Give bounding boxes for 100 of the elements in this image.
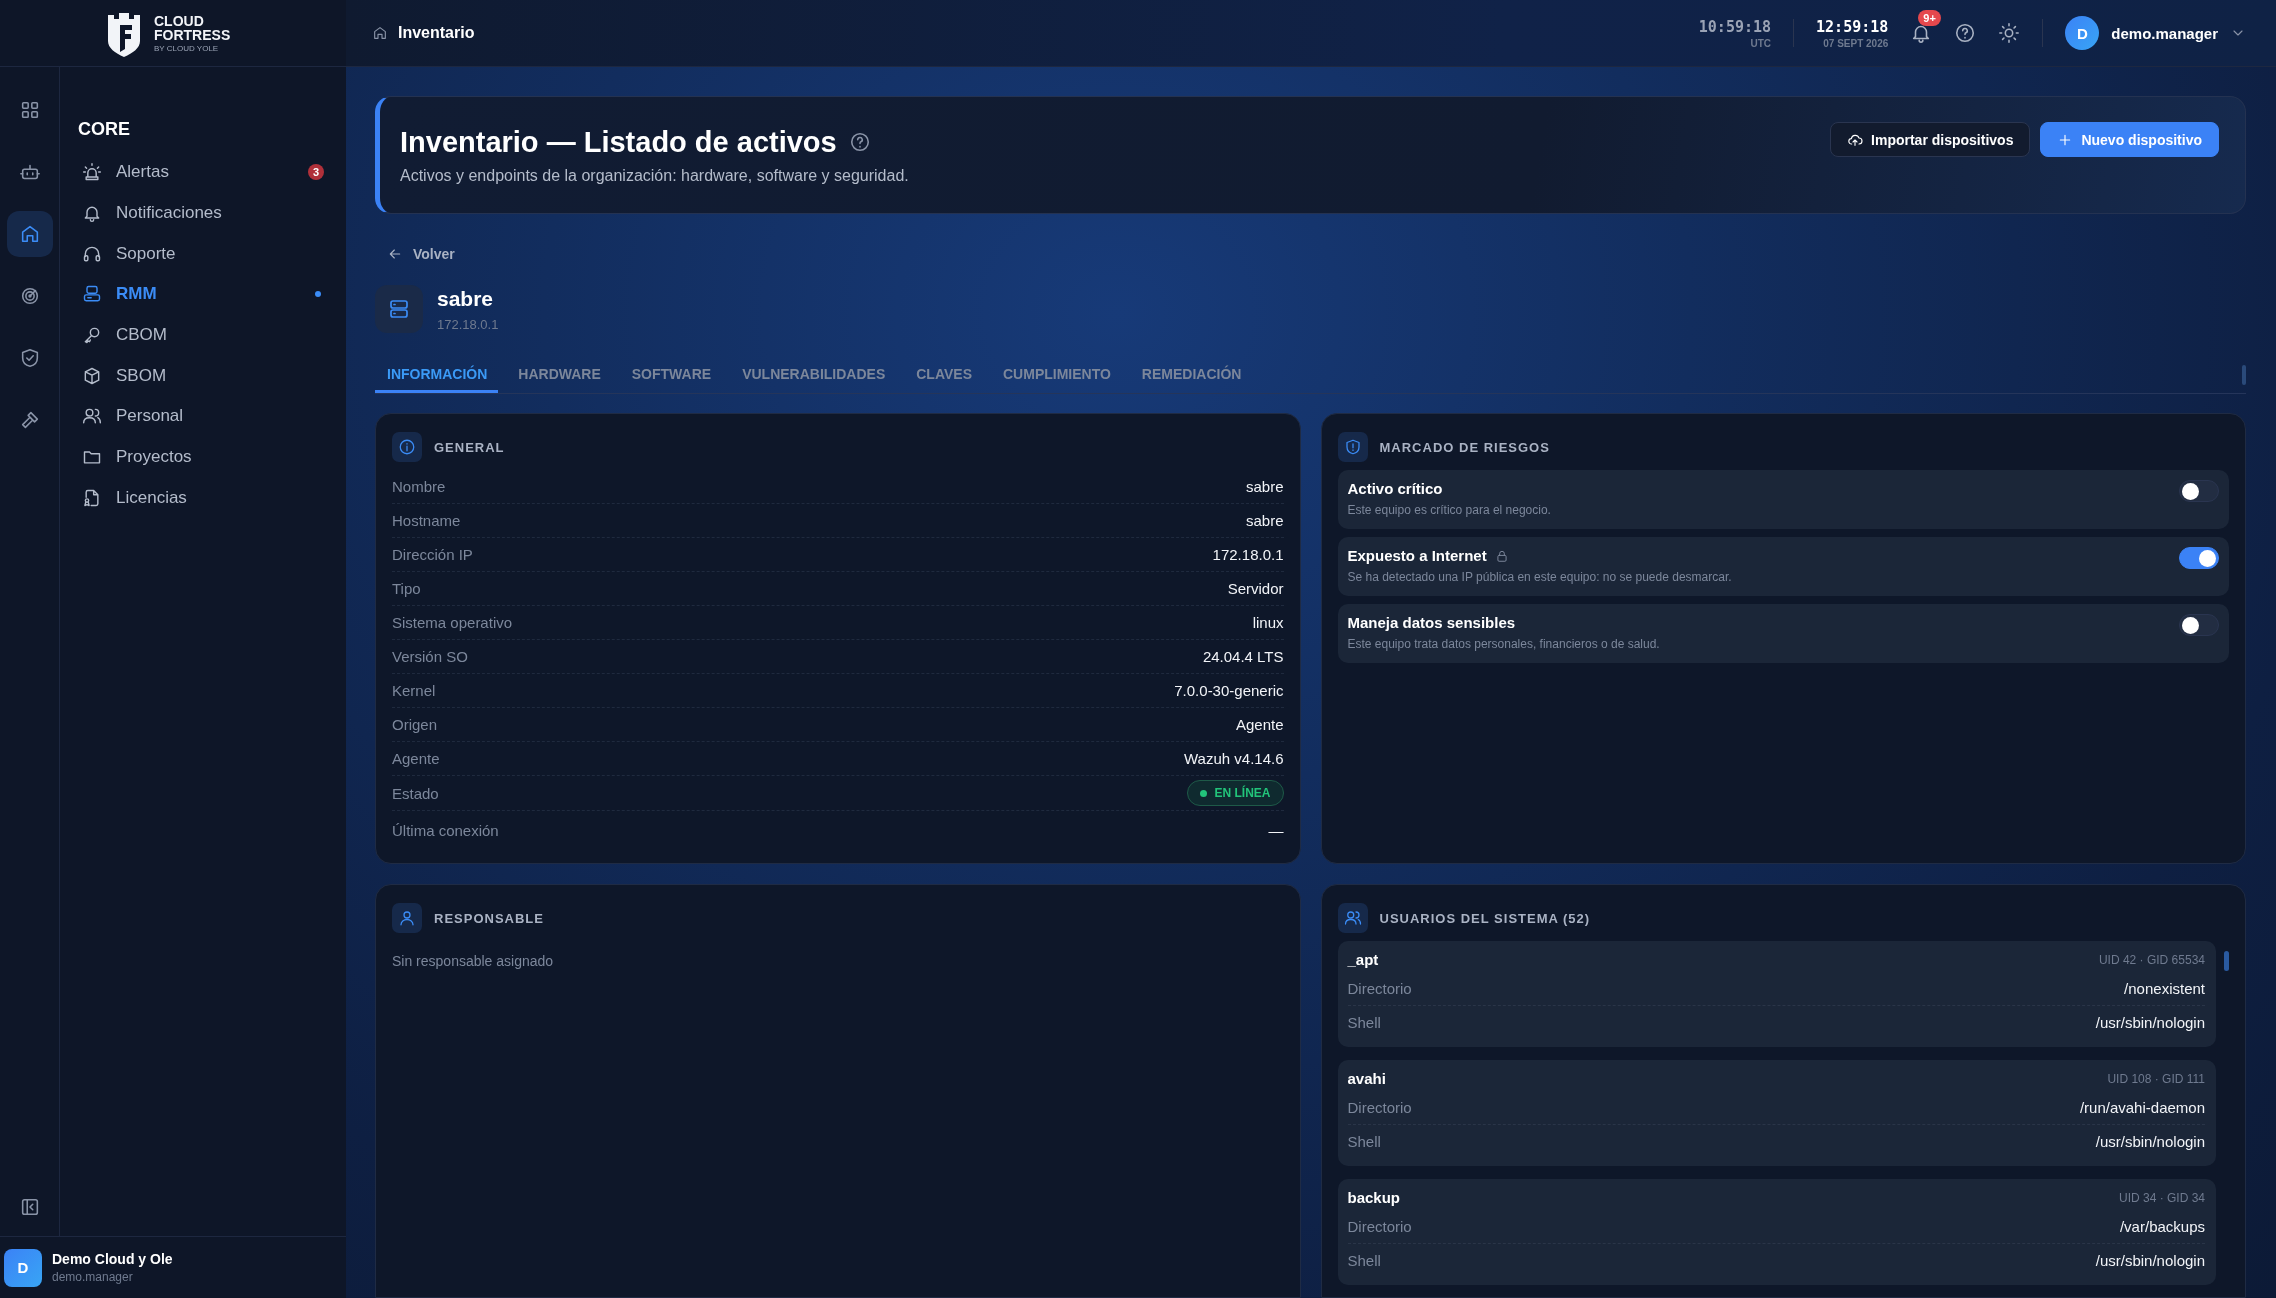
license-file-icon: [82, 487, 102, 508]
user-icon: [392, 903, 422, 933]
flag-description: Este equipo es crítico para el negocio.: [1347, 503, 1551, 517]
rail-button[interactable]: [6, 211, 53, 257]
local-date: 07 SEPT 2026: [1823, 37, 1889, 49]
sidebar-item[interactable]: SBOM: [78, 355, 326, 397]
import-button[interactable]: Importar dispositivos: [1830, 122, 2031, 157]
user-login: avahi: [1347, 1070, 1386, 1087]
sidebar-item[interactable]: Notificaciones: [78, 192, 326, 234]
device-ip: 172.18.0.1: [437, 316, 499, 332]
field-label: Versión SO: [392, 648, 468, 665]
field-value: /var/backups: [2119, 1218, 2205, 1235]
field-label: Sistema operativo: [392, 614, 513, 631]
field-value: sabre: [1245, 478, 1284, 495]
field-label: Directorio: [1347, 1218, 1412, 1235]
tab[interactable]: VULNERABILIDADES: [730, 357, 897, 393]
field-label: Directorio: [1347, 1099, 1412, 1116]
brand-name: CLOUD: [154, 13, 205, 28]
field-value: —: [1268, 821, 1284, 839]
card-title: USUARIOS DEL SISTEMA (52): [1379, 910, 1591, 926]
scrollbar[interactable]: [2242, 365, 2246, 385]
field-label: Shell: [1347, 1014, 1381, 1031]
section-heading: CORE: [78, 119, 131, 140]
sidebar-item[interactable]: RMM: [78, 274, 326, 315]
field-value: Servidor: [1227, 580, 1284, 597]
sidebar-item[interactable]: Licencias: [78, 477, 326, 519]
field-value: /run/avahi-daemon: [2079, 1099, 2205, 1116]
utc-label: UTC: [1750, 37, 1772, 49]
field-label: Tipo: [392, 580, 421, 597]
field-value: linux: [1252, 614, 1284, 631]
info-icon: [392, 432, 422, 462]
back-link[interactable]: Volver: [413, 246, 455, 262]
notification-count: 9+: [1918, 10, 1941, 26]
page-title: Inventario — Listado de activos: [400, 125, 837, 159]
sun-icon[interactable]: [1998, 22, 2021, 44]
field-value: /usr/sbin/nologin: [2095, 1252, 2205, 1269]
user-name[interactable]: demo.manager: [2111, 24, 2218, 42]
tab[interactable]: INFORMACIÓN: [375, 357, 499, 393]
org-user: demo.manager: [52, 1270, 134, 1284]
field-label: Estado: [392, 784, 439, 802]
key-icon: [82, 325, 102, 346]
toggle-switch[interactable]: [2179, 547, 2219, 569]
field-value: 7.0.0-30-generic: [1174, 682, 1284, 699]
status-pill: EN LÍNEA: [1187, 780, 1284, 806]
empty-message: Sin responsable asignado: [392, 953, 555, 969]
field-label: Hostname: [392, 512, 461, 529]
tab[interactable]: HARDWARE: [506, 357, 612, 393]
field-label: Kernel: [392, 682, 436, 699]
field-value: Agente: [1235, 716, 1284, 733]
flag-description: Este equipo trata datos personales, financieros o de salud.: [1347, 637, 1660, 651]
sidebar-item[interactable]: Alertas 3: [78, 152, 326, 193]
user-ids: UID 42 · GID 65534: [2098, 952, 2205, 967]
field-value: 172.18.0.1: [1212, 546, 1284, 563]
new-device-button[interactable]: Nuevo dispositivo: [2040, 122, 2219, 157]
card-title: GENERAL: [434, 439, 505, 455]
page-subtitle: Activos y endpoints de la organización: hardware, software y seguridad.: [400, 166, 909, 185]
sidebar-item[interactable]: Personal: [78, 396, 326, 437]
home-icon: [372, 25, 388, 41]
tab[interactable]: SOFTWARE: [619, 357, 723, 393]
breadcrumb[interactable]: Inventario: [398, 24, 475, 42]
field-value: /usr/sbin/nologin: [2095, 1014, 2205, 1031]
field-label: Nombre: [392, 478, 446, 495]
field-label: Directorio: [1347, 980, 1412, 997]
field-label: Agente: [392, 750, 440, 767]
field-label: Origen: [392, 716, 438, 733]
brand-tagline: BY CLOUD YOLE: [154, 44, 220, 53]
field-value: /nonexistent: [2124, 980, 2205, 997]
toggle-switch[interactable]: [2179, 480, 2219, 502]
server-icon: [375, 285, 423, 333]
active-dot: [315, 291, 321, 298]
field-label: Última conexión: [392, 821, 499, 839]
scrollbar[interactable]: [2224, 951, 2229, 971]
alert-count: 3: [308, 164, 324, 181]
flag-title: Maneja datos sensibles: [1347, 614, 1516, 631]
utc-time: 10:59:18: [1698, 17, 1772, 36]
shield-alert-icon: [1337, 432, 1368, 462]
flag-title: Activo crítico: [1347, 480, 1443, 497]
flag-title: Expuesto a Internet: [1347, 547, 1487, 564]
brand-name: FORTRESS: [154, 27, 231, 42]
arrow-left-icon: [387, 246, 403, 262]
toggle-switch[interactable]: [2179, 614, 2219, 636]
cube-icon: [82, 365, 102, 386]
sidebar-item[interactable]: Soporte: [78, 233, 326, 275]
users-icon: [1337, 903, 1368, 933]
flag-description: Se ha detectado una IP pública en este equipo: no se puede desmarcar.: [1347, 570, 1732, 584]
field-value: sabre: [1245, 512, 1284, 529]
card-title: RESPONSABLE: [434, 910, 544, 926]
help-icon[interactable]: [1954, 22, 1977, 44]
field-value: /usr/sbin/nologin: [2095, 1133, 2205, 1150]
user-ids: UID 108 · GID 111: [2107, 1071, 2205, 1086]
help-icon[interactable]: [848, 131, 871, 153]
local-time: 12:59:18: [1816, 17, 1889, 36]
field-value: 24.04.4 LTS: [1202, 648, 1284, 665]
sidebar-item[interactable]: CBOM: [78, 314, 326, 356]
card-title: MARCADO DE RIESGOS: [1379, 439, 1550, 455]
org-name: Demo Cloud y Ole: [52, 1251, 173, 1267]
user-login: _apt: [1347, 951, 1379, 968]
sidebar-item[interactable]: Proyectos: [78, 436, 326, 478]
field-label: Dirección IP: [392, 546, 473, 563]
siren-icon: [82, 162, 102, 183]
